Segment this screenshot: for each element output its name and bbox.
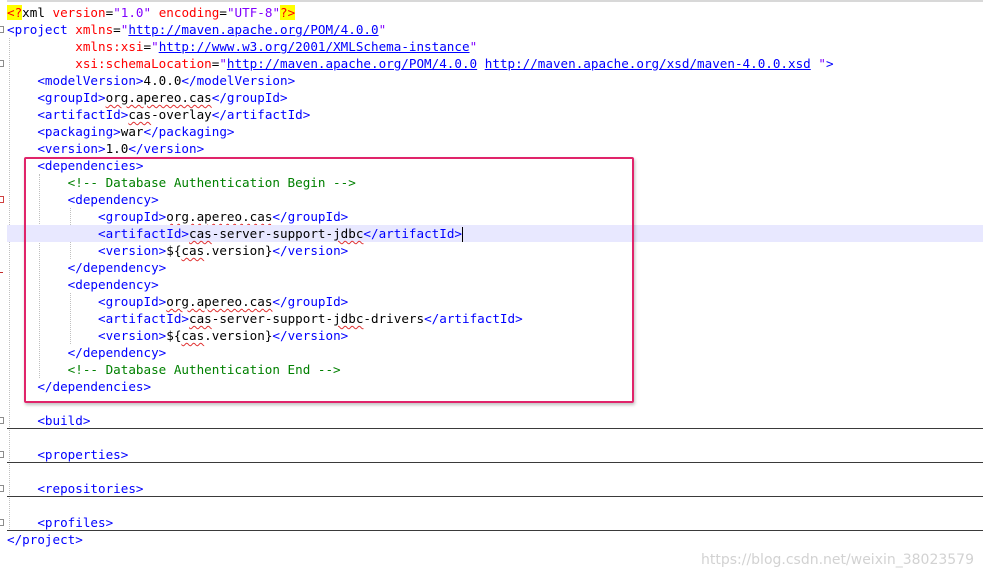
code-line[interactable]: <groupId>org.apereo.cas</groupId> — [7, 89, 288, 106]
xml-tag: </artifactId> — [211, 107, 311, 122]
spellcheck-word: org.apereo.cas — [105, 90, 212, 105]
xml-attribute: xmlns — [75, 22, 114, 37]
xml-text: = — [143, 39, 152, 54]
editor-top-border — [0, 0, 983, 2]
fold-toggle-icon[interactable] — [0, 417, 4, 424]
xml-value: " — [219, 56, 227, 71]
folded-block-rule — [7, 530, 983, 531]
dependencies-highlight-box — [24, 157, 634, 403]
folded-block-rule — [7, 496, 983, 497]
xml-text — [7, 56, 75, 71]
xml-tag: </groupId> — [211, 90, 288, 105]
xml-url: http://maven.apache.org/xsd/maven-4.0.0.… — [484, 56, 811, 71]
xml-attribute: encoding — [158, 5, 220, 20]
xml-text: -overlay — [151, 107, 212, 122]
folded-block-rule — [7, 428, 983, 429]
xml-text: war — [120, 124, 144, 139]
xml-text: 1.0 — [105, 141, 129, 156]
xml-text: xml — [22, 5, 53, 20]
xml-value: "UTF-8" — [226, 5, 281, 20]
xml-text: 4.0.0 — [143, 73, 182, 88]
xml-tag: <properties> — [37, 447, 129, 462]
xml-tag: </packaging> — [143, 124, 235, 139]
fold-toggle-icon[interactable] — [0, 26, 4, 33]
xml-tag: <version> — [37, 141, 106, 156]
code-line[interactable]: xsi:schemaLocation="http://maven.apache.… — [7, 55, 834, 72]
fold-toggle-icon[interactable] — [0, 519, 4, 526]
xml-text — [7, 107, 37, 122]
xml-declaration-mark: ?> — [280, 5, 296, 20]
code-line[interactable]: <build> — [7, 412, 90, 429]
xml-text — [477, 56, 485, 71]
xml-text: = — [113, 22, 121, 37]
code-line[interactable]: <packaging>war</packaging> — [7, 123, 235, 140]
xml-attribute: xsi:schemaLocation — [75, 56, 212, 71]
change-marker — [0, 272, 3, 273]
code-line[interactable]: <?xml version="1.0" encoding="UTF-8"?> — [7, 4, 296, 21]
xml-tag: <build> — [37, 413, 91, 428]
xml-tag: </version> — [128, 141, 205, 156]
code-line[interactable]: <repositories> — [7, 480, 144, 497]
xml-value: " — [469, 39, 478, 54]
xml-attribute: xmlns:xsi — [75, 39, 144, 54]
xml-tag: <profiles> — [37, 515, 114, 530]
xml-text — [7, 481, 37, 496]
xml-tag: <project — [7, 22, 76, 37]
xml-tag: <modelVersion> — [37, 73, 144, 88]
xml-value: " — [378, 22, 387, 37]
xml-editor[interactable]: <?xml version="1.0" encoding="UTF-8"?> <p… — [0, 0, 983, 578]
xml-url: http://www.w3.org/2001/XMLSchema-instanc… — [158, 39, 470, 54]
code-line[interactable]: <artifactId>cas-overlay</artifactId> — [7, 106, 310, 123]
xml-text — [7, 141, 37, 156]
code-line[interactable]: </project> — [7, 531, 83, 548]
xml-text — [7, 90, 37, 105]
xml-url: http://maven.apache.org/POM/4.0.0 — [226, 56, 478, 71]
xml-text — [7, 39, 75, 54]
folded-block-rule — [7, 462, 983, 463]
fold-toggle-icon[interactable] — [0, 60, 4, 67]
xml-tag: > — [825, 56, 834, 71]
code-line[interactable]: <profiles> — [7, 514, 113, 531]
fold-toggle-icon[interactable] — [0, 451, 4, 458]
xml-text — [151, 5, 159, 20]
code-line[interactable]: <project xmlns= "http://maven.apache.org/… — [7, 21, 386, 38]
xml-text — [7, 515, 37, 530]
xml-tag: <packaging> — [37, 124, 121, 139]
xml-declaration-mark: <? — [7, 5, 23, 20]
code-line[interactable]: <modelVersion>4.0.0</modelVersion> — [7, 72, 295, 89]
xml-text: = — [219, 5, 227, 20]
xml-text — [7, 447, 37, 462]
xml-tag: <artifactId> — [37, 107, 129, 122]
xml-value: " — [810, 56, 826, 71]
xml-text — [7, 413, 37, 428]
code-line[interactable]: <properties> — [7, 446, 128, 463]
xml-value: " — [151, 39, 159, 54]
xml-attribute: version — [52, 5, 106, 20]
xml-url: http://maven.apache.org/POM/4.0.0 — [128, 22, 379, 37]
xml-tag: </modelVersion> — [181, 73, 296, 88]
code-line[interactable]: xmlns:xsi="http://www.w3.org/2001/XMLSch… — [7, 38, 477, 55]
code-line[interactable]: <version>1.0</version> — [7, 140, 204, 157]
xml-text — [7, 124, 37, 139]
xml-tag: </project> — [7, 532, 83, 547]
watermark: https://blog.csdn.net/weixin_38023579 — [700, 552, 974, 568]
fold-toggle-icon[interactable] — [0, 485, 4, 492]
xml-text — [7, 73, 37, 88]
xml-tag: <repositories> — [37, 481, 144, 496]
spellcheck-word: cas — [128, 107, 152, 122]
fold-toggle-icon[interactable] — [0, 196, 4, 203]
xml-value: "1.0" — [113, 5, 152, 20]
xml-tag: <groupId> — [37, 90, 106, 105]
